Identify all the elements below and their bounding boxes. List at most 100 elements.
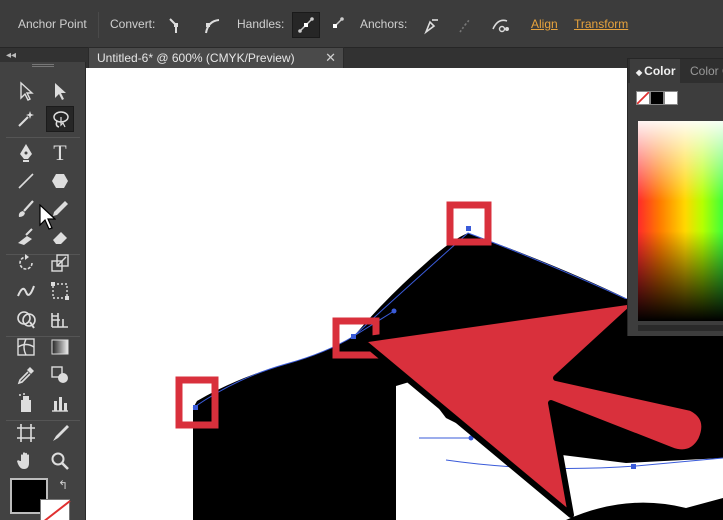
rotate-tool[interactable]	[12, 250, 40, 276]
direct-selection-tool[interactable]	[46, 78, 74, 104]
tools-divider	[6, 137, 80, 138]
no-stroke-slash-icon	[43, 500, 71, 520]
artboard-tool[interactable]	[12, 420, 40, 446]
zoom-tool[interactable]	[46, 448, 74, 474]
blend-tool[interactable]	[46, 362, 74, 388]
color-panel: ◆Color Color Guide	[627, 58, 723, 336]
tab-color-guide-label: Color Guide	[690, 64, 723, 78]
direct-selection-arrow-icon	[55, 83, 66, 100]
white-swatch[interactable]	[664, 91, 678, 105]
slice-knife-icon	[53, 425, 69, 441]
eyedropper-icon	[17, 367, 34, 385]
perspective-grid-tool[interactable]	[46, 306, 74, 332]
width-icon	[17, 285, 35, 297]
eraser-tool[interactable]	[46, 224, 74, 250]
polygon-tool[interactable]	[46, 168, 74, 194]
shape-builder-tool[interactable]	[12, 306, 40, 332]
document-tab[interactable]: Untitled-6* @ 600% (CMYK/Preview) ✕	[88, 47, 344, 68]
column-graph-tool[interactable]	[46, 390, 74, 416]
handles-label: Handles:	[237, 17, 285, 31]
rotate-icon	[19, 254, 33, 270]
tab-color-label: Color	[644, 64, 676, 78]
free-transform-icon	[51, 282, 69, 300]
stroke-color-swatch[interactable]	[40, 499, 71, 520]
perspective-grid-icon	[51, 313, 68, 328]
collapse-panels-icon[interactable]: ◂◂	[6, 50, 16, 61]
scale-icon	[51, 254, 69, 272]
tools-grip-handle[interactable]	[32, 64, 54, 67]
transform-link[interactable]: Transform	[574, 17, 628, 31]
show-handles-button[interactable]	[292, 12, 320, 38]
handle-point	[391, 308, 397, 314]
free-transform-tool[interactable]	[46, 278, 74, 304]
convert-smooth-icon	[205, 19, 220, 34]
magic-wand-tool[interactable]	[12, 106, 40, 132]
tool-name-label: Anchor Point	[18, 17, 87, 31]
align-link[interactable]: Align	[531, 17, 558, 31]
show-handles-icon	[298, 17, 314, 33]
type-t-icon: T	[53, 140, 67, 165]
pen-tool[interactable]	[12, 140, 40, 166]
cut-path-button[interactable]	[486, 12, 514, 38]
blend-icon	[51, 366, 68, 383]
symbol-sprayer-icon	[19, 393, 31, 412]
line-segment-icon	[18, 173, 34, 189]
slice-tool[interactable]	[46, 420, 74, 446]
remove-anchor-pen-icon	[424, 19, 438, 35]
width-tool[interactable]	[12, 278, 40, 304]
gradient-tool[interactable]	[46, 334, 74, 360]
tools-panel: T ↰	[0, 62, 86, 520]
close-document-icon[interactable]: ✕	[325, 50, 336, 66]
cut-path-icon	[492, 19, 509, 33]
convert-corner-icon	[169, 18, 178, 33]
tab-color-guide[interactable]: Color Guide	[684, 59, 723, 83]
column-graph-icon	[52, 397, 68, 412]
eraser-icon	[53, 232, 67, 244]
gradient-icon	[51, 339, 69, 355]
blob-brush-tool[interactable]	[12, 224, 40, 250]
mesh-icon	[17, 338, 35, 356]
magnifier-icon	[51, 452, 69, 470]
scale-tool[interactable]	[46, 250, 74, 276]
anchor-point	[193, 405, 198, 410]
color-panel-slider[interactable]	[638, 325, 723, 331]
tab-color[interactable]: ◆ Color	[630, 59, 680, 83]
black-swatch[interactable]	[650, 91, 664, 105]
selection-arrow-icon	[20, 81, 34, 101]
remove-anchor-button[interactable]	[417, 12, 445, 38]
pen-nib-icon	[20, 144, 32, 162]
convert-to-corner-button[interactable]	[162, 12, 190, 38]
magic-wand-icon	[18, 111, 34, 127]
hide-handles-icon	[333, 17, 344, 28]
hexagon-icon	[52, 174, 68, 188]
paintbrush-tool[interactable]	[12, 196, 40, 222]
connect-anchors-icon	[459, 18, 471, 33]
type-tool[interactable]: T	[46, 140, 74, 166]
connect-anchors-button[interactable]	[451, 12, 479, 38]
document-tab-title: Untitled-6* @ 600% (CMYK/Preview)	[97, 51, 295, 65]
color-spectrum[interactable]	[638, 121, 723, 321]
convert-to-smooth-button[interactable]	[198, 12, 226, 38]
none-slash-icon	[637, 92, 649, 104]
swap-fill-stroke-icon[interactable]: ↰	[58, 478, 68, 492]
none-swatch[interactable]	[636, 91, 650, 105]
hand-tool[interactable]	[12, 448, 40, 474]
line-segment-tool[interactable]	[12, 168, 40, 194]
selection-tool[interactable]	[12, 78, 40, 104]
anchor-point	[466, 226, 471, 231]
symbol-sprayer-tool[interactable]	[12, 390, 40, 416]
anchor-point	[351, 334, 356, 339]
color-panel-tabs: ◆Color Color Guide	[628, 59, 723, 83]
blob-brush-icon	[18, 228, 33, 245]
anchor-point	[631, 464, 636, 469]
control-bar: Anchor Point Convert: Handles: Anchors: …	[0, 0, 723, 48]
convert-label: Convert:	[110, 17, 156, 31]
eyedropper-tool[interactable]	[12, 362, 40, 388]
lasso-tool[interactable]	[46, 106, 74, 132]
mesh-tool[interactable]	[12, 334, 40, 360]
panel-options-icon: ◆	[636, 68, 643, 77]
lasso-icon	[53, 111, 69, 128]
hide-handles-button[interactable]	[322, 12, 350, 38]
paintbrush-icon	[18, 200, 34, 217]
anchors-label: Anchors:	[360, 17, 408, 31]
